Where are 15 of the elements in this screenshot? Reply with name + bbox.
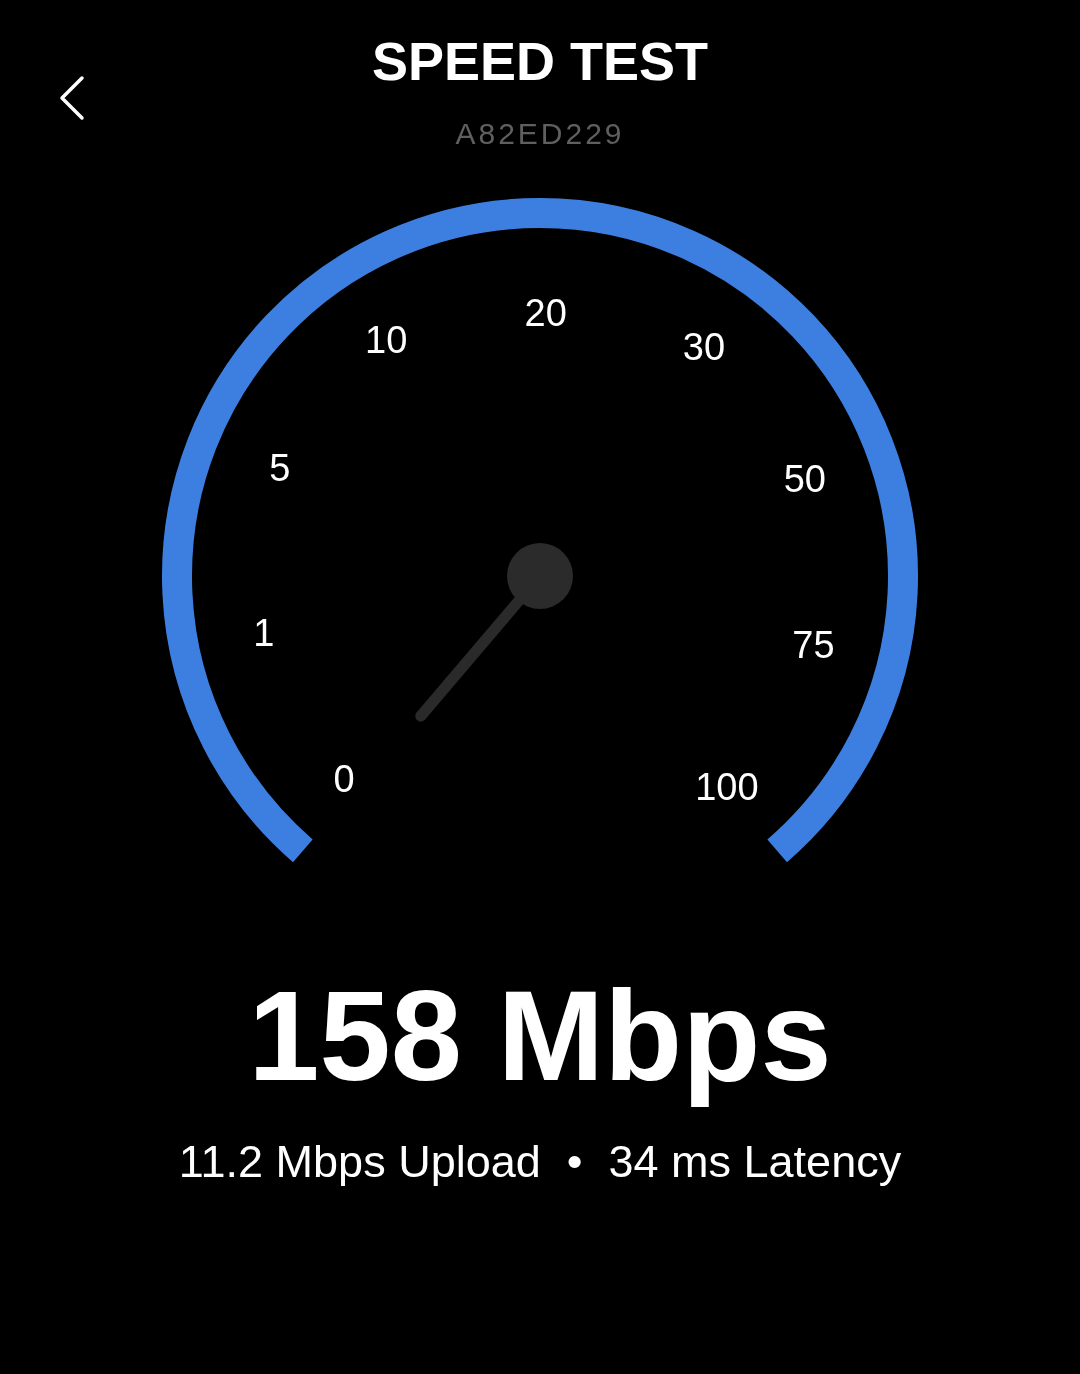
scale-label: 10 — [365, 318, 408, 361]
upload-speed: 11.2 Mbps Upload — [178, 1135, 541, 1189]
scale-label: 5 — [269, 446, 291, 489]
scale-label: 0 — [333, 757, 355, 800]
latency: 34 ms Latency — [608, 1135, 902, 1189]
scale-label: 20 — [524, 292, 567, 335]
page-title: SPEED TEST — [371, 30, 709, 93]
scale-label: 30 — [682, 325, 726, 368]
device-id: A82ED229 — [455, 116, 625, 152]
scale-label: 100 — [695, 766, 759, 809]
scale-label: 1 — [253, 612, 275, 655]
scale-label: 50 — [783, 457, 826, 500]
download-speed: 158 Mbps — [248, 966, 832, 1106]
scale-label: 75 — [792, 624, 835, 667]
separator-dot: • — [566, 1135, 583, 1189]
